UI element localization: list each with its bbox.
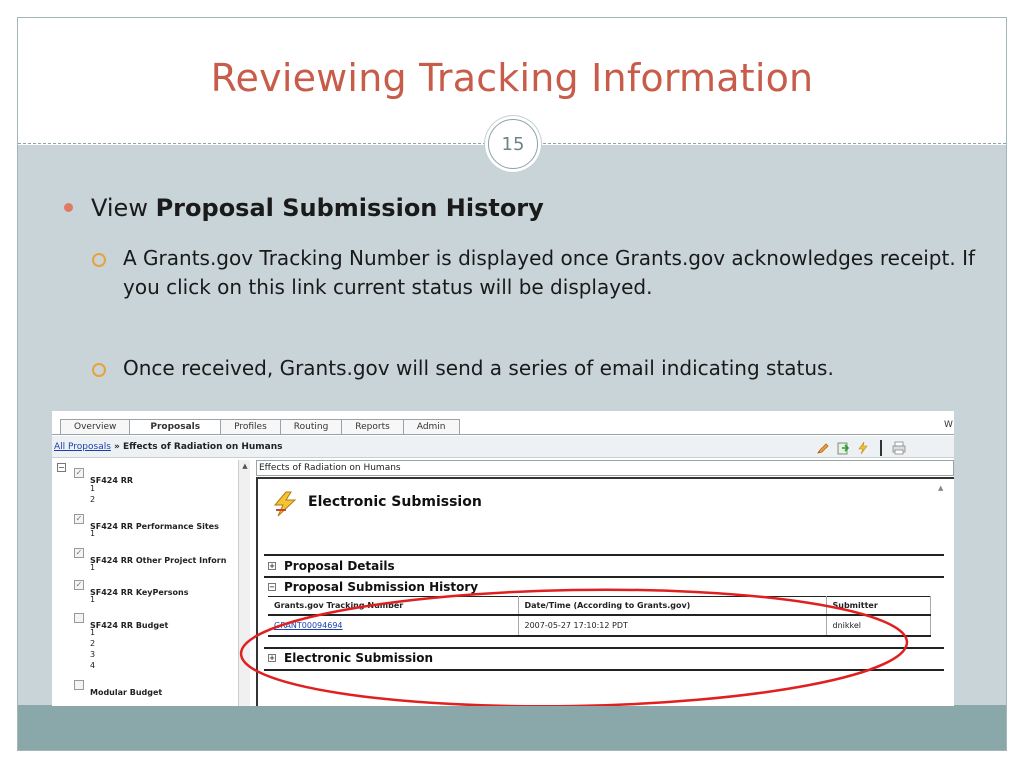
tree-subitem[interactable]: 1: [90, 484, 95, 493]
section-label: Proposal Details: [284, 559, 395, 573]
tab-reports[interactable]: Reports: [341, 419, 404, 435]
app-screenshot: Overview Proposals Profiles Routing Repo…: [52, 411, 954, 706]
slide-title: Reviewing Tracking Information: [210, 56, 814, 100]
tree-subitem[interactable]: 1: [90, 529, 95, 538]
checkbox-unchecked-icon[interactable]: [74, 613, 84, 623]
column-header: Submitter: [826, 596, 931, 616]
bullet-prefix: View: [91, 194, 156, 222]
tree-item-sf424-rr[interactable]: ✓ SF424 RR: [74, 468, 133, 487]
tree-item-budget[interactable]: SF424 RR Budget: [74, 613, 168, 632]
tree-subitem[interactable]: 3: [90, 650, 95, 659]
bullet-bold-text: Proposal Submission History: [155, 194, 544, 222]
section-proposal-details[interactable]: + Proposal Details: [268, 559, 395, 573]
table-row: GRANT00094694 2007-05-27 17:10:12 PDT dn…: [268, 615, 931, 637]
tree-subitem[interactable]: 1: [90, 563, 95, 572]
tree-subitem[interactable]: 2: [90, 495, 95, 504]
slide: Reviewing Tracking Information 15 View P…: [17, 17, 1007, 751]
tab-bar-overflow-text: W: [944, 420, 953, 430]
checkbox-unchecked-icon[interactable]: [74, 680, 84, 690]
tracking-number-cell: GRANT00094694: [268, 615, 519, 637]
collapse-icon[interactable]: −: [268, 582, 276, 591]
expand-icon[interactable]: +: [268, 561, 276, 570]
tree-item-label: Modular Budget: [90, 688, 163, 697]
tree-item-performance-sites[interactable]: ✓ SF424 RR Performance Sites: [74, 514, 219, 533]
breadcrumb-current: Effects of Radiation on Humans: [123, 442, 283, 452]
slide-footer: [18, 705, 1006, 750]
checkbox-checked-icon[interactable]: ✓: [74, 548, 84, 558]
breadcrumb-all-proposals-link[interactable]: All Proposals: [54, 442, 111, 452]
toolbar: [816, 440, 906, 456]
print-icon[interactable]: [892, 441, 906, 455]
tree-item-label: SF424 RR: [90, 476, 134, 485]
tab-proposals[interactable]: Proposals: [129, 419, 222, 435]
proposal-title-bar: Effects of Radiation on Humans: [256, 460, 954, 476]
tree-subitem[interactable]: 1: [90, 595, 95, 604]
export-icon[interactable]: [836, 441, 850, 455]
tab-routing[interactable]: Routing: [279, 419, 343, 435]
ring-bullet-icon: [92, 363, 106, 377]
table-header-row: Grants.gov Tracking Number Date/Time (Ac…: [268, 596, 931, 616]
sub-bullet-1-text: A Grants.gov Tracking Number is displaye…: [123, 246, 976, 299]
checkbox-checked-icon[interactable]: ✓: [74, 468, 84, 478]
tab-profiles[interactable]: Profiles: [220, 419, 281, 435]
main-panel: Effects of Radiation on Humans Electroni…: [252, 460, 954, 706]
submission-panel: Electronic Submission + Proposal Details …: [256, 477, 954, 706]
scroll-up-icon[interactable]: ▲: [239, 460, 251, 472]
toolbar-separator: [880, 440, 882, 456]
section-label: Proposal Submission History: [284, 580, 479, 594]
breadcrumb-bar: All Proposals » Effects of Radiation on …: [52, 436, 954, 458]
section-divider: [264, 647, 944, 649]
tree-scrollbar[interactable]: ▲: [238, 460, 250, 706]
checkbox-checked-icon[interactable]: ✓: [74, 580, 84, 590]
tab-overview[interactable]: Overview: [60, 419, 131, 435]
main-bullet: View Proposal Submission History: [64, 194, 544, 222]
tree-subitem[interactable]: 2: [90, 639, 95, 648]
tracking-number-link[interactable]: GRANT00094694: [274, 621, 343, 630]
expand-icon[interactable]: +: [268, 653, 276, 662]
submission-history-table: Grants.gov Tracking Number Date/Time (Ac…: [268, 596, 931, 637]
section-submission-history[interactable]: − Proposal Submission History: [268, 580, 478, 594]
column-header: Grants.gov Tracking Number: [268, 596, 519, 616]
tab-bar-divider: [52, 434, 954, 435]
tree-subitem[interactable]: 4: [90, 661, 95, 670]
sub-bullet-1: A Grants.gov Tracking Number is displaye…: [92, 244, 983, 302]
breadcrumb-separator: »: [110, 442, 124, 452]
datetime-cell: 2007-05-27 17:10:12 PDT: [518, 615, 827, 637]
breadcrumb: All Proposals » Effects of Radiation on …: [54, 442, 283, 452]
pencil-icon[interactable]: [816, 441, 830, 455]
page-title: Electronic Submission: [308, 494, 482, 510]
section-divider: [264, 554, 944, 556]
page-number: 15: [488, 119, 538, 169]
section-label: Electronic Submission: [284, 651, 433, 665]
sub-bullet-2-text: Once received, Grants.gov will send a se…: [123, 356, 834, 380]
tree-item-modular-budget[interactable]: Modular Budget: [74, 680, 162, 699]
section-divider: [264, 576, 944, 578]
submitter-cell: dnikkel: [826, 615, 931, 637]
collapse-icon[interactable]: −: [57, 463, 66, 472]
column-header: Date/Time (According to Grants.gov): [518, 596, 827, 616]
checkbox-checked-icon[interactable]: ✓: [74, 514, 84, 524]
tree-item-other-project-info[interactable]: ✓ SF424 RR Other Project Inforn: [74, 548, 226, 567]
bullet-dot-icon: [64, 202, 73, 212]
tree-item-label: SF424 RR Budget: [90, 621, 169, 630]
tab-admin[interactable]: Admin: [402, 419, 460, 435]
section-electronic-submission[interactable]: + Electronic Submission: [268, 651, 433, 665]
tab-bar: Overview Proposals Profiles Routing Repo…: [60, 419, 460, 435]
tree-item-label: SF424 RR KeyPersons: [90, 588, 189, 597]
sub-bullet-2: Once received, Grants.gov will send a se…: [92, 354, 983, 383]
form-tree: − ▲ ✓ SF424 RR 1 2 ✓ SF424 RR Performance …: [52, 460, 250, 706]
scroll-up-icon[interactable]: ▲: [938, 484, 950, 492]
lightning-icon: [273, 491, 297, 517]
lightning-icon[interactable]: [856, 441, 870, 455]
ring-bullet-icon: [92, 253, 106, 267]
tree-subitem[interactable]: 1: [90, 628, 95, 637]
tree-item-label: SF424 RR Performance Sites: [90, 522, 219, 531]
section-divider: [264, 669, 944, 671]
tree-item-label: SF424 RR Other Project Inforn: [90, 556, 227, 565]
